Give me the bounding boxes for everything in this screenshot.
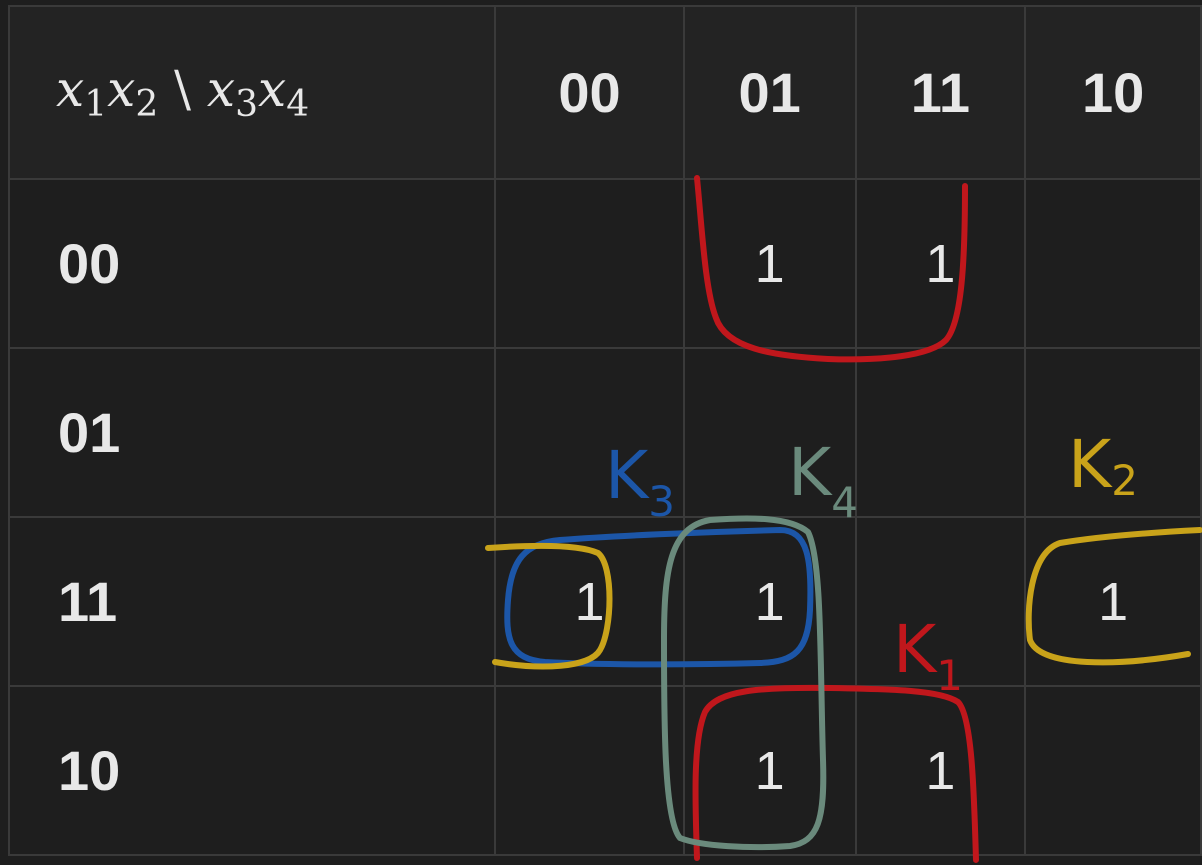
kmap-figure: x1x2 \ x3x4 00 01 11 10 00 1 1 01 11 1 1… <box>0 0 1202 865</box>
corner-variables-label: x1x2 \ x3x4 <box>7 5 497 180</box>
karnaugh-map: x1x2 \ x3x4 00 01 11 10 00 1 1 01 11 1 1… <box>7 5 1202 856</box>
cell-10-00 <box>494 685 685 856</box>
column-header-01: 01 <box>682 5 857 180</box>
cell-11-10: 1 <box>1024 516 1202 687</box>
cell-10-11: 1 <box>854 685 1027 856</box>
row-header-10: 10 <box>7 685 497 856</box>
cell-10-10 <box>1024 685 1202 856</box>
row-header-01: 01 <box>7 347 497 518</box>
variable-separator: \ <box>174 60 191 118</box>
cell-01-00 <box>494 347 685 518</box>
var-x4: x4 <box>258 60 310 125</box>
table-row: 01 <box>7 347 1202 518</box>
cell-00-01: 1 <box>682 178 857 349</box>
header-row: x1x2 \ x3x4 00 01 11 10 <box>7 5 1202 180</box>
table-row: 11 1 1 1 <box>7 516 1202 687</box>
column-header-00: 00 <box>494 5 685 180</box>
cell-11-00: 1 <box>494 516 685 687</box>
cell-00-00 <box>494 178 685 349</box>
cell-11-01: 1 <box>682 516 857 687</box>
var-x1: x1 <box>56 60 108 125</box>
var-x3: x3 <box>206 60 258 125</box>
cell-11-11 <box>854 516 1027 687</box>
cell-01-01 <box>682 347 857 518</box>
cell-10-01: 1 <box>682 685 857 856</box>
cell-00-11: 1 <box>854 178 1027 349</box>
var-x2: x2 <box>107 60 159 125</box>
table-row: 10 1 1 <box>7 685 1202 856</box>
row-header-00: 00 <box>7 178 497 349</box>
cell-01-11 <box>854 347 1027 518</box>
row-header-11: 11 <box>7 516 497 687</box>
cell-01-10 <box>1024 347 1202 518</box>
table-row: 00 1 1 <box>7 178 1202 349</box>
column-header-10: 10 <box>1024 5 1202 180</box>
column-header-11: 11 <box>854 5 1027 180</box>
cell-00-10 <box>1024 178 1202 349</box>
